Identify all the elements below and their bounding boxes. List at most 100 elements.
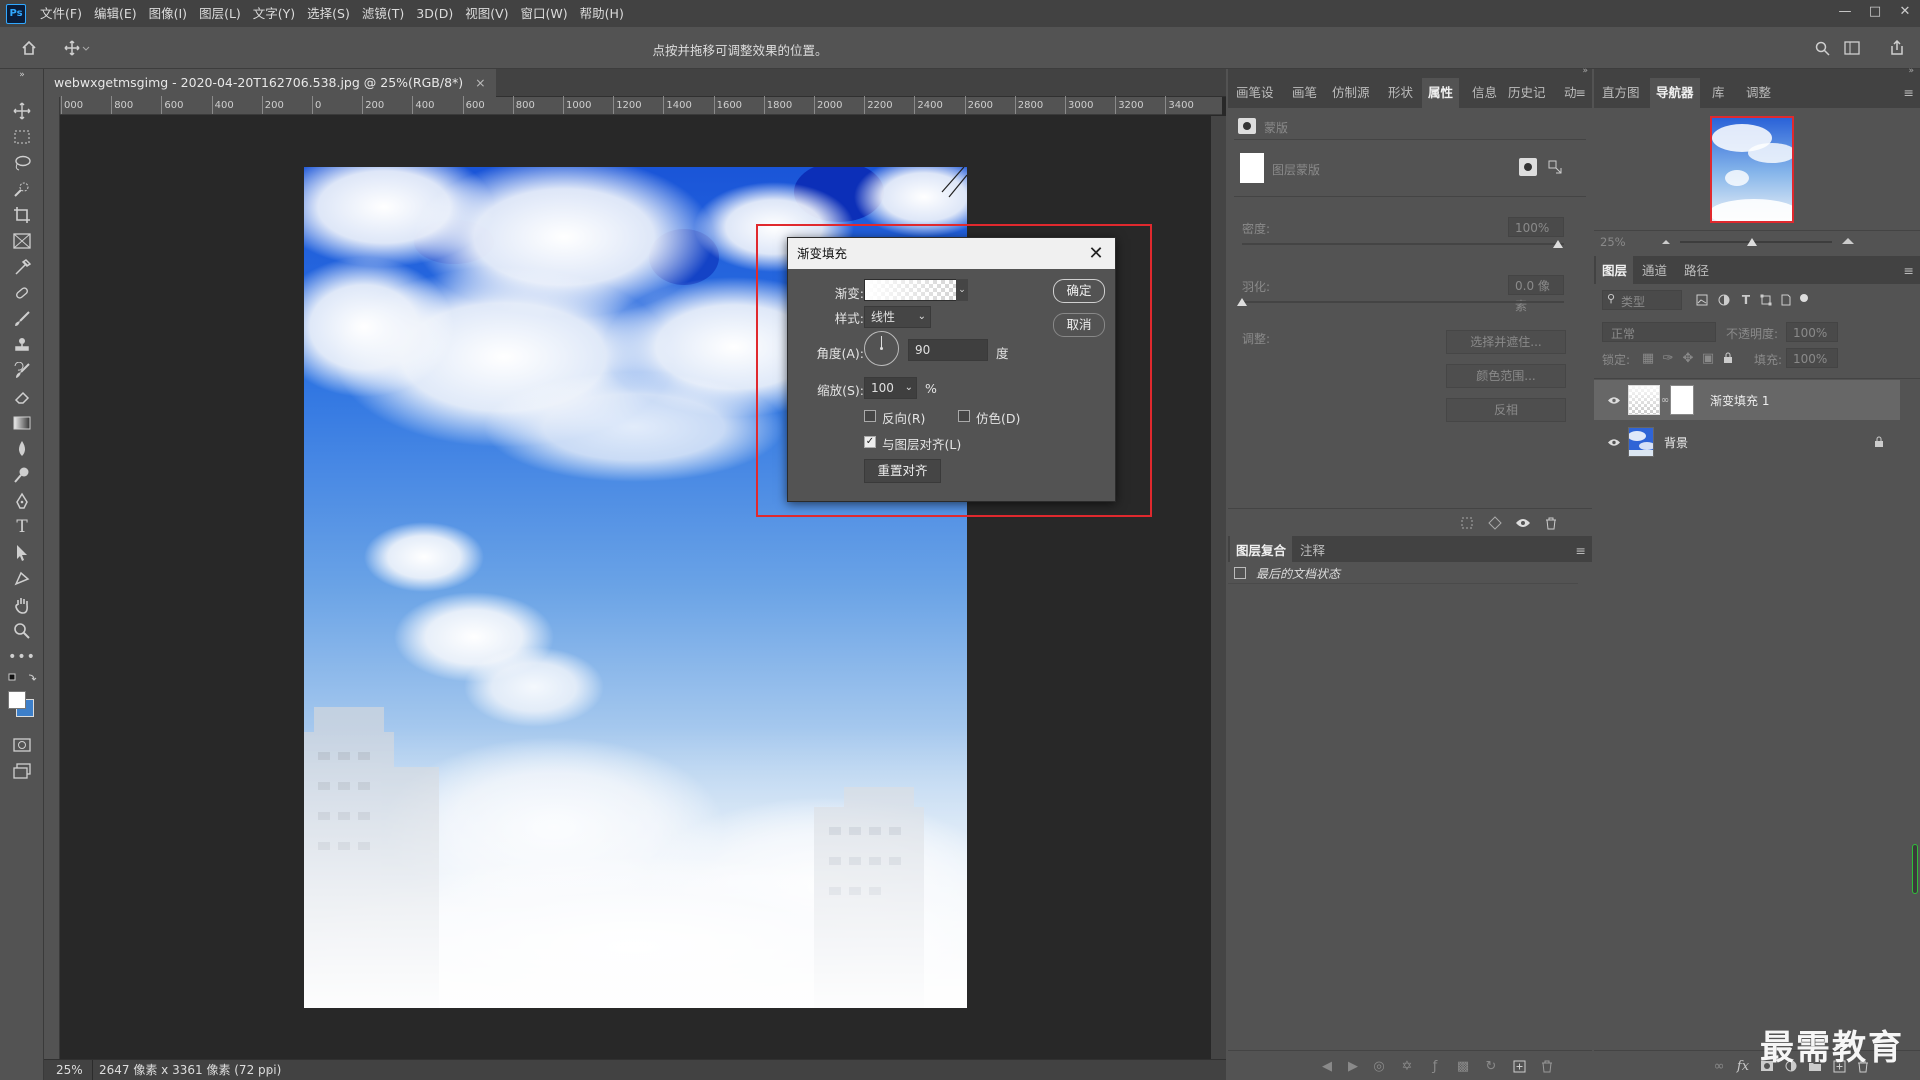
filter-smart-object-icon[interactable]: [1778, 292, 1794, 308]
properties-tab[interactable]: 画笔: [1286, 78, 1323, 108]
lock-all-icon[interactable]: [1720, 350, 1736, 366]
zoom-out-icon[interactable]: [1660, 235, 1672, 249]
search-icon[interactable]: [1812, 38, 1832, 58]
stamp-tool-icon[interactable]: [10, 333, 34, 357]
maximize-icon[interactable]: □: [1860, 0, 1890, 22]
color-range-button[interactable]: 颜色范围...: [1446, 364, 1566, 388]
collapse-right-panels-icon[interactable]: »: [1908, 66, 1914, 76]
foreground-color-swatch[interactable]: [8, 691, 26, 709]
swap-colors-icon[interactable]: [6, 671, 38, 687]
new-comp-icon[interactable]: [1510, 1057, 1528, 1075]
properties-tab[interactable]: 属性: [1422, 78, 1460, 108]
fx-icon[interactable]: fx: [1734, 1057, 1752, 1075]
fill-input[interactable]: 100%: [1786, 348, 1838, 368]
properties-tab[interactable]: 仿制源: [1326, 78, 1376, 108]
prev-comp-icon[interactable]: ◀: [1318, 1057, 1336, 1075]
pixel-mask-icon[interactable]: [1519, 158, 1537, 176]
collapse-panels-icon[interactable]: »: [1582, 66, 1588, 76]
zoom-in-icon[interactable]: [1840, 233, 1856, 249]
history-brush-icon[interactable]: [10, 359, 34, 383]
navigator-slider-handle[interactable]: [1747, 238, 1757, 246]
menu-item[interactable]: 图层(L): [193, 0, 247, 27]
navigator-tab[interactable]: 库: [1706, 78, 1731, 108]
layers-tab[interactable]: 通道: [1636, 256, 1673, 286]
layer-filter-select[interactable]: ⚲ 类型: [1602, 290, 1682, 310]
properties-tab[interactable]: 形状: [1382, 78, 1419, 108]
menu-item[interactable]: 图像(I): [143, 0, 193, 27]
menu-item[interactable]: 帮助(H): [574, 0, 630, 27]
menu-item[interactable]: 选择(S): [301, 0, 356, 27]
quick-mask-icon[interactable]: [10, 733, 34, 757]
density-input[interactable]: 100%: [1508, 217, 1564, 237]
layer-row[interactable]: 背景: [1594, 422, 1900, 462]
filter-pixel-icon[interactable]: [1694, 292, 1710, 308]
select-and-mask-button[interactable]: 选择并遮住...: [1446, 330, 1566, 354]
zoom-tool-icon[interactable]: [10, 619, 34, 643]
crop-tool-icon[interactable]: [10, 203, 34, 227]
mask-thumbnail[interactable]: [1240, 153, 1264, 183]
navigator-tab[interactable]: 导航器: [1650, 78, 1700, 108]
visibility-icon[interactable]: [1514, 514, 1532, 532]
navigator-tab[interactable]: 直方图: [1596, 78, 1646, 108]
vertical-scrollbar[interactable]: [1211, 116, 1226, 1059]
eyedropper-icon[interactable]: [10, 255, 34, 279]
custom-shape-icon[interactable]: [10, 567, 34, 591]
blend-mode-select[interactable]: 正常: [1602, 322, 1716, 342]
collapse-toolbox-icon[interactable]: »: [10, 69, 34, 81]
properties-tab[interactable]: 画笔设: [1230, 78, 1280, 108]
link-icon[interactable]: ∞: [1661, 392, 1669, 408]
density-slider-handle[interactable]: [1553, 240, 1563, 248]
feather-input[interactable]: 0.0 像素: [1508, 275, 1564, 313]
comp-visibility-icon[interactable]: ◎: [1370, 1057, 1388, 1075]
filter-toggle-icon[interactable]: [1800, 294, 1808, 302]
quick-select-icon[interactable]: [10, 177, 34, 201]
invert-button[interactable]: 反相: [1446, 398, 1566, 422]
comp-link-icon[interactable]: ▩: [1454, 1057, 1472, 1075]
brush-tool-icon[interactable]: [10, 307, 34, 331]
workspace-icon[interactable]: [1842, 38, 1862, 58]
zoom-level[interactable]: 25%: [56, 1060, 83, 1080]
menu-item[interactable]: 3D(D): [410, 0, 459, 27]
opacity-input[interactable]: 100%: [1786, 322, 1838, 342]
navigator-thumbnail[interactable]: [1710, 116, 1794, 223]
panel-menu-icon[interactable]: ≡: [1576, 78, 1586, 108]
filter-adjustment-icon[interactable]: [1716, 292, 1732, 308]
feather-slider[interactable]: [1242, 301, 1564, 303]
delete-comp-icon[interactable]: [1538, 1057, 1556, 1075]
comp-position-icon[interactable]: ✡: [1398, 1057, 1416, 1075]
type-tool-icon[interactable]: T: [10, 515, 34, 539]
comp-style-icon[interactable]: ƒ: [1426, 1057, 1444, 1075]
vector-mask-icon[interactable]: [1546, 158, 1564, 176]
delete-mask-icon[interactable]: [1542, 514, 1560, 532]
navigator-zoom[interactable]: 25%: [1600, 235, 1626, 249]
background-layer-thumbnail[interactable]: [1628, 427, 1654, 457]
layers-tab[interactable]: 路径: [1678, 256, 1715, 286]
eye-icon[interactable]: [1606, 434, 1622, 450]
eye-icon[interactable]: [1606, 392, 1622, 408]
screen-mode-icon[interactable]: [10, 759, 34, 783]
navigator-tab[interactable]: 调整: [1740, 78, 1777, 108]
menu-item[interactable]: 编辑(E): [88, 0, 143, 27]
frame-tool-icon[interactable]: [10, 229, 34, 253]
lock-transparency-icon[interactable]: ▦: [1640, 350, 1656, 366]
panel-menu-icon[interactable]: ≡: [1904, 256, 1914, 286]
dodge-tool-icon[interactable]: [10, 463, 34, 487]
load-selection-icon[interactable]: [1458, 514, 1476, 532]
pen-tool-icon[interactable]: [10, 489, 34, 513]
apply-mask-icon[interactable]: [1486, 514, 1504, 532]
density-slider[interactable]: [1242, 243, 1564, 245]
panel-menu-icon[interactable]: ≡: [1904, 78, 1914, 108]
layer-name[interactable]: 渐变填充 1: [1710, 392, 1769, 409]
more-tools-icon[interactable]: •••: [8, 645, 35, 669]
gradient-tool-icon[interactable]: [10, 411, 34, 435]
blur-tool-icon[interactable]: [10, 437, 34, 461]
menu-item[interactable]: 视图(V): [459, 0, 514, 27]
marquee-tool-icon[interactable]: [10, 125, 34, 149]
layer-mask-thumbnail[interactable]: [1670, 385, 1694, 415]
document-tab[interactable]: webwxgetmsgimg - 2020-04-20T162706.538.j…: [44, 69, 496, 97]
properties-tab[interactable]: 信息: [1466, 78, 1503, 108]
lock-pixels-icon[interactable]: ✑: [1660, 350, 1676, 366]
move-tool-icon[interactable]: [10, 99, 34, 123]
filter-type-icon[interactable]: T: [1738, 292, 1754, 308]
healing-brush-icon[interactable]: [10, 281, 34, 305]
